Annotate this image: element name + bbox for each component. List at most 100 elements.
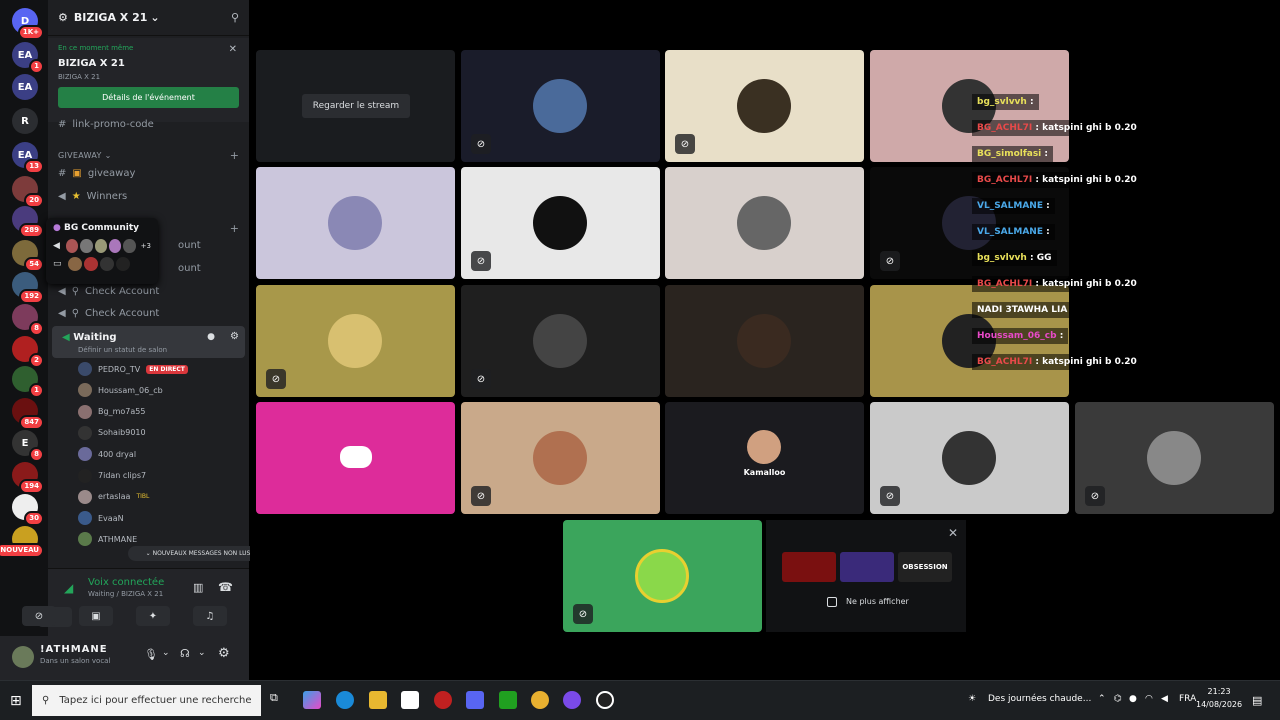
voice-user[interactable]: ATHMANE	[78, 530, 137, 548]
channel-winners[interactable]: ◀ ★ Winners	[58, 191, 127, 202]
store-icon[interactable]	[401, 691, 419, 709]
chevron-up-icon[interactable]: ⌃	[1098, 694, 1106, 704]
mic-icon[interactable]: 🎙︎	[144, 648, 158, 661]
voice-user[interactable]: 7idan clips7	[78, 467, 146, 485]
screen-share-button[interactable]: ▣	[79, 606, 113, 626]
chevron-down-icon[interactable]: ⌄	[162, 648, 170, 658]
server-icon[interactable]: R	[12, 108, 38, 134]
soundboard-button[interactable]: ♫	[193, 606, 227, 626]
gear-icon[interactable]: ⚙	[218, 646, 230, 661]
server-icon[interactable]: 30	[12, 494, 44, 526]
voice-user[interactable]: ertaslaa TIBL	[78, 488, 149, 506]
channel-link-promo[interactable]: # link-promo-code	[58, 119, 154, 130]
participant-tile[interactable]: ⊘	[256, 285, 455, 397]
channel-check-account-1[interactable]: ◀ ⚲ Check Account	[58, 286, 159, 297]
network-icon[interactable]: ⌬	[1114, 694, 1122, 704]
participant-tile[interactable]	[256, 167, 455, 279]
channel-check-account-2[interactable]: ◀ ⚲ Check Account	[58, 308, 159, 319]
voice-user[interactable]: Sohaib9010	[78, 424, 146, 442]
media-icon[interactable]	[499, 691, 517, 709]
unread-messages-bar[interactable]: ⌄ NOUVEAUX MESSAGES NON LUS	[128, 546, 268, 561]
voice-user[interactable]: Bg_mo7a55	[78, 403, 145, 421]
app-icon[interactable]	[563, 691, 581, 709]
language-indicator[interactable]: FRA	[1179, 694, 1196, 704]
voice-location[interactable]: Waiting / BIZIGA X 21	[88, 590, 163, 598]
server-icon[interactable]: 194	[12, 462, 44, 494]
add-channel-icon[interactable]: +	[230, 222, 239, 235]
chrome-icon[interactable]	[531, 691, 549, 709]
edge-icon[interactable]	[336, 691, 354, 709]
participant-tile[interactable]: ⊘	[461, 167, 660, 279]
server-icon[interactable]: E8	[12, 430, 44, 462]
add-member-icon[interactable]: ⚲	[231, 11, 239, 24]
activity-thumbnail[interactable]	[782, 552, 836, 582]
weather-text[interactable]: Des journées chaude...	[988, 694, 1091, 704]
task-view-icon[interactable]: ⧉	[270, 691, 288, 709]
mic-icon[interactable]: ●	[1129, 694, 1137, 704]
participant-tile[interactable]: ⊘	[461, 402, 660, 514]
file-explorer-icon[interactable]	[369, 691, 387, 709]
chat-icon[interactable]: ●	[207, 332, 215, 342]
avatar[interactable]	[12, 646, 34, 668]
server-icon[interactable]: 2	[12, 336, 44, 368]
participant-tile[interactable]: ⊘	[461, 50, 660, 162]
participant-tile[interactable]: ⊘	[1075, 402, 1274, 514]
server-icon[interactable]: EA 13	[12, 142, 44, 174]
disconnect-icon[interactable]: ☎	[218, 580, 233, 594]
server-icon[interactable]: EA 1	[12, 42, 44, 74]
participant-tile[interactable]: Regarder le stream	[256, 50, 455, 162]
headset-icon[interactable]: ☊	[180, 647, 190, 660]
watch-stream-button[interactable]: Regarder le stream	[302, 94, 410, 118]
server-header[interactable]: ⚙ BIZIGA X 21 ⌄ ⚲	[48, 0, 249, 36]
activity-button[interactable]: ✦	[136, 606, 170, 626]
taskbar-search[interactable]: ⚲ Tapez ici pour effectuer une recherche	[32, 685, 261, 716]
chevron-down-icon[interactable]: ⌄	[198, 648, 206, 658]
app-icon[interactable]	[596, 691, 614, 709]
participant-tile[interactable]: Kamalloo	[665, 402, 864, 514]
participant-tile[interactable]	[665, 167, 864, 279]
clock[interactable]: 21:23 14/08/2026	[1196, 685, 1242, 711]
weather-icon[interactable]: ☀	[968, 694, 976, 704]
channel-hidden-2[interactable]: ount	[178, 263, 201, 274]
app-icon[interactable]	[434, 691, 452, 709]
add-channel-icon[interactable]: +	[230, 149, 239, 162]
participant-tile[interactable]	[665, 285, 864, 397]
wifi-icon[interactable]: ◠	[1145, 694, 1153, 704]
copilot-icon[interactable]	[303, 691, 321, 709]
activity-thumbnail[interactable]: OBSESSION	[898, 552, 952, 582]
volume-icon[interactable]: ◀	[1161, 694, 1168, 704]
server-icon[interactable]: 54	[12, 240, 44, 272]
featured-participant-tile[interactable]: ⊘	[563, 520, 762, 632]
server-icon[interactable]: 847	[12, 398, 44, 430]
voice-user[interactable]: 400 dryal	[78, 445, 136, 463]
dont-show-checkbox[interactable]	[827, 597, 837, 607]
event-details-button[interactable]: Détails de l'événement	[58, 87, 239, 108]
channel-giveaway[interactable]: # ▣ giveaway	[58, 168, 135, 179]
participant-tile[interactable]	[256, 402, 455, 514]
close-icon[interactable]: ✕	[229, 44, 237, 55]
server-icon[interactable]: 8	[12, 304, 44, 336]
activity-thumbnail[interactable]	[840, 552, 894, 582]
server-icon[interactable]: 289	[12, 206, 44, 238]
server-icon[interactable]: NOUVEAU	[0, 526, 44, 558]
channel-hidden-1[interactable]: ount	[178, 240, 201, 251]
server-icon[interactable]: EA	[12, 74, 38, 100]
windows-start-icon[interactable]: ⊞	[10, 693, 22, 709]
discord-icon[interactable]	[466, 691, 484, 709]
voice-user[interactable]: Houssam_06_cb	[78, 381, 163, 399]
camera-button[interactable]: ⊘	[22, 606, 56, 626]
server-icon[interactable]: 1	[12, 366, 44, 398]
gear-icon[interactable]: ⚙	[230, 331, 239, 342]
voice-user[interactable]: PEDRO_TV EN DIRECT	[78, 360, 188, 378]
notification-icon[interactable]: ▤	[1252, 694, 1262, 707]
noise-icon[interactable]: ▥	[193, 581, 203, 594]
server-icon[interactable]: D 1K+	[12, 8, 44, 40]
channel-status[interactable]: Définir un statut de salon	[78, 346, 167, 354]
server-icon[interactable]: 192	[12, 272, 44, 304]
server-icon[interactable]: 20	[12, 176, 44, 208]
participant-tile[interactable]: ⊘	[665, 50, 864, 162]
close-icon[interactable]: ✕	[948, 526, 958, 540]
dont-show-label[interactable]: Ne plus afficher	[846, 597, 909, 606]
channel-waiting[interactable]: ◀ Waiting Définir un statut de salon ● ⚙	[52, 326, 245, 358]
participant-tile[interactable]: ⊘	[461, 285, 660, 397]
